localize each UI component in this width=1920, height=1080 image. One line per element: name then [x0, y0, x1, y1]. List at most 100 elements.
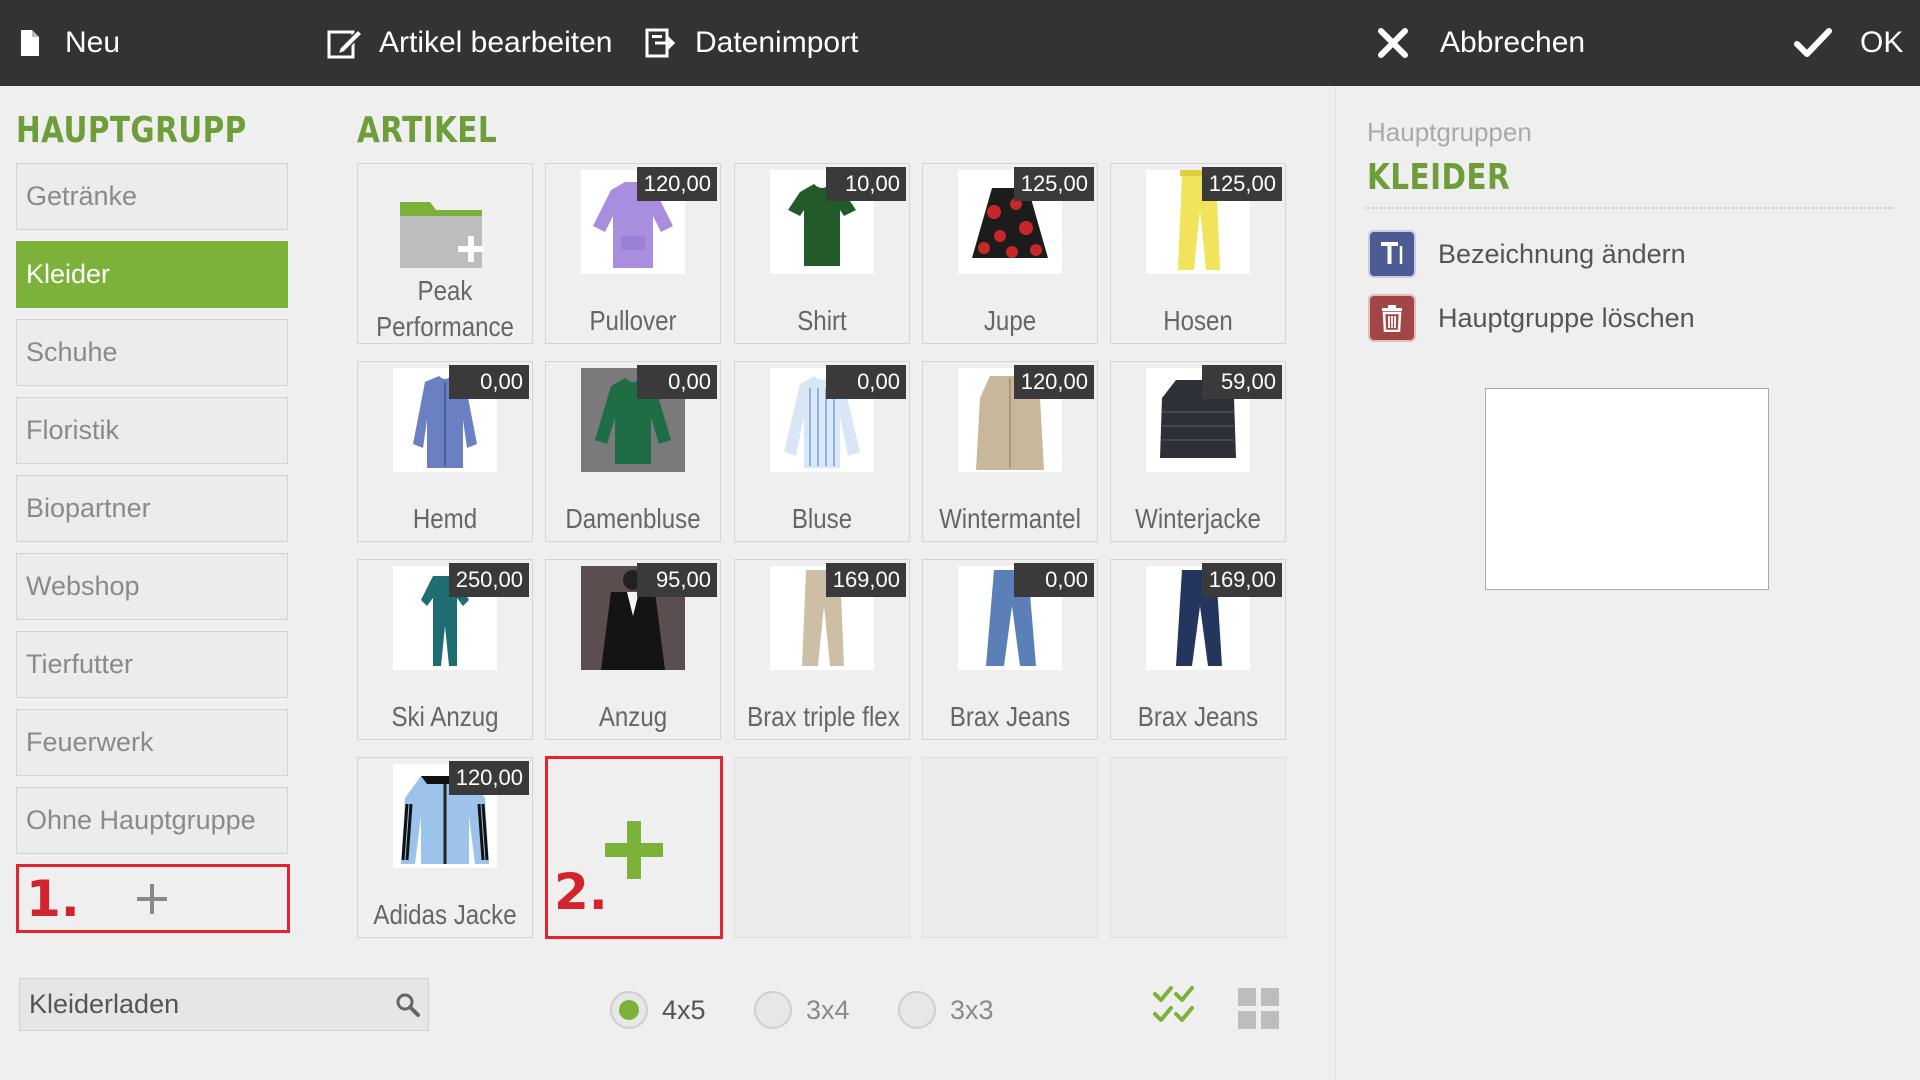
- radio-circle: [610, 991, 648, 1029]
- grid-size-label: 3x3: [950, 994, 994, 1025]
- delete-group-label: Hauptgruppe löschen: [1438, 302, 1695, 333]
- article-tile[interactable]: 120,00 Adidas Jacke: [357, 757, 533, 938]
- article-tile[interactable]: 0,00 Hemd: [357, 361, 533, 542]
- radio-circle: [754, 991, 792, 1029]
- top-toolbar: Neu Artikel bearbeiten Datenimport Abbre…: [0, 0, 1920, 86]
- article-price: 59,00: [1202, 365, 1282, 399]
- group-item[interactable]: Getränke: [16, 163, 288, 230]
- step-marker-1: 1.: [26, 870, 80, 928]
- radio-circle: [898, 991, 936, 1029]
- article-name: Ski Anzug: [391, 701, 499, 732]
- article-name: Shirt: [797, 305, 847, 336]
- delete-group-button[interactable]: Hauptgruppe löschen: [1368, 294, 1695, 342]
- article-name: Wintermantel: [939, 503, 1081, 534]
- cancel-label: Abbrechen: [1440, 26, 1586, 59]
- add-group-button[interactable]: 1.: [16, 864, 290, 933]
- group-item-label: Kleider: [26, 259, 111, 289]
- article-tile[interactable]: 120,00 Wintermantel: [922, 361, 1098, 542]
- group-item[interactable]: Floristik: [16, 397, 288, 464]
- article-tile[interactable]: 120,00 Pullover: [545, 163, 721, 344]
- grid-size-label: 4x5: [662, 994, 706, 1025]
- article-name: Damenbluse: [565, 503, 701, 534]
- data-import-button[interactable]: Datenimport: [643, 0, 858, 86]
- group-item-label: Biopartner: [26, 493, 151, 523]
- article-price: 0,00: [826, 365, 906, 399]
- article-tile[interactable]: 0,00 Brax Jeans: [922, 559, 1098, 740]
- article-price: 169,00: [1202, 563, 1282, 597]
- article-tile[interactable]: 169,00 Brax triple flex: [734, 559, 910, 740]
- article-folder-tile[interactable]: Peak Performance: [357, 163, 533, 344]
- article-tile[interactable]: 125,00 Jupe: [922, 163, 1098, 344]
- checkmark-icon: [1794, 28, 1832, 58]
- edit-articles-label: Artikel bearbeiten: [379, 26, 613, 59]
- group-item[interactable]: Ohne Hauptgruppe: [16, 787, 288, 854]
- article-price: 0,00: [1014, 563, 1094, 597]
- article-name: Brax Jeans: [1137, 701, 1259, 732]
- grid-size-radio[interactable]: 4x5: [610, 991, 706, 1029]
- group-item-label: Feuerwerk: [26, 727, 154, 757]
- close-icon: [1377, 27, 1409, 59]
- grid-size-radio[interactable]: 3x4: [754, 991, 850, 1029]
- article-tile[interactable]: 125,00 Hosen: [1110, 163, 1286, 344]
- new-button-label: Neu: [65, 26, 121, 59]
- group-item[interactable]: Kleider: [16, 241, 288, 308]
- articles-heading: ARTIKEL: [357, 110, 498, 151]
- article-name: Adidas Jacke: [373, 899, 517, 930]
- group-item[interactable]: Biopartner: [16, 475, 288, 542]
- article-name: Bluse: [791, 503, 853, 534]
- rename-label: Bezeichnung ändern: [1438, 238, 1686, 269]
- text-edit-icon: [1368, 230, 1416, 278]
- divider: [1365, 207, 1893, 209]
- article-name: Brax triple flex: [747, 701, 900, 732]
- group-item[interactable]: Tierfutter: [16, 631, 288, 698]
- article-tile[interactable]: 10,00 Shirt: [734, 163, 910, 344]
- group-item[interactable]: Webshop: [16, 553, 288, 620]
- grid-view-icon[interactable]: [1238, 988, 1280, 1035]
- detail-title: KLEIDER: [1367, 157, 1511, 198]
- new-button[interactable]: Neu: [18, 0, 120, 86]
- search-field[interactable]: Kleiderladen: [19, 978, 429, 1031]
- group-item[interactable]: Schuhe: [16, 319, 288, 386]
- step-marker-2: 2.: [554, 863, 608, 921]
- groups-heading: HAUPTGRUPP: [16, 110, 247, 151]
- group-image-placeholder[interactable]: [1485, 388, 1769, 590]
- edit-icon: [326, 26, 364, 60]
- article-tile[interactable]: 169,00 Brax Jeans: [1110, 559, 1286, 740]
- folder-add-icon: [396, 194, 492, 279]
- ok-button[interactable]: OK: [1794, 0, 1903, 86]
- empty-slot: [734, 757, 910, 938]
- article-price: 95,00: [637, 563, 717, 597]
- new-document-icon: [18, 28, 44, 58]
- group-item-label: Webshop: [26, 571, 140, 601]
- article-name: Anzug: [598, 701, 668, 732]
- article-tile[interactable]: 250,00 Ski Anzug: [357, 559, 533, 740]
- group-item[interactable]: Feuerwerk: [16, 709, 288, 776]
- article-tile[interactable]: 59,00 Winterjacke: [1110, 361, 1286, 542]
- cancel-button[interactable]: Abbrechen: [1377, 0, 1585, 86]
- search-input-value: Kleiderladen: [29, 989, 180, 1019]
- article-price: 125,00: [1202, 167, 1282, 201]
- import-icon: [643, 26, 677, 60]
- article-tile[interactable]: 0,00 Bluse: [734, 361, 910, 542]
- article-price: 120,00: [637, 167, 717, 201]
- rename-button[interactable]: Bezeichnung ändern: [1368, 230, 1686, 278]
- edit-articles-button[interactable]: Artikel bearbeiten: [326, 0, 612, 86]
- article-tile[interactable]: 95,00 Anzug: [545, 559, 721, 740]
- empty-slot: [1110, 757, 1286, 938]
- article-price: 125,00: [1014, 167, 1094, 201]
- plus-icon: [605, 821, 663, 879]
- group-list: Getränke Kleider Schuhe Floristik Biopartner…: [16, 163, 288, 865]
- search-icon[interactable]: [388, 992, 428, 1018]
- article-price: 0,00: [449, 365, 529, 399]
- grid-size-radio[interactable]: 3x3: [898, 991, 994, 1029]
- empty-slot: [922, 757, 1098, 938]
- article-price: 169,00: [826, 563, 906, 597]
- multi-select-icon[interactable]: [1152, 984, 1196, 1033]
- article-tile[interactable]: 0,00 Damenbluse: [545, 361, 721, 542]
- article-name: Pullover: [589, 305, 677, 336]
- trash-icon: [1368, 294, 1416, 342]
- article-price: 120,00: [449, 761, 529, 795]
- group-item-label: Tierfutter: [26, 649, 134, 679]
- group-item-label: Floristik: [26, 415, 119, 445]
- add-article-button[interactable]: 2.: [545, 756, 723, 939]
